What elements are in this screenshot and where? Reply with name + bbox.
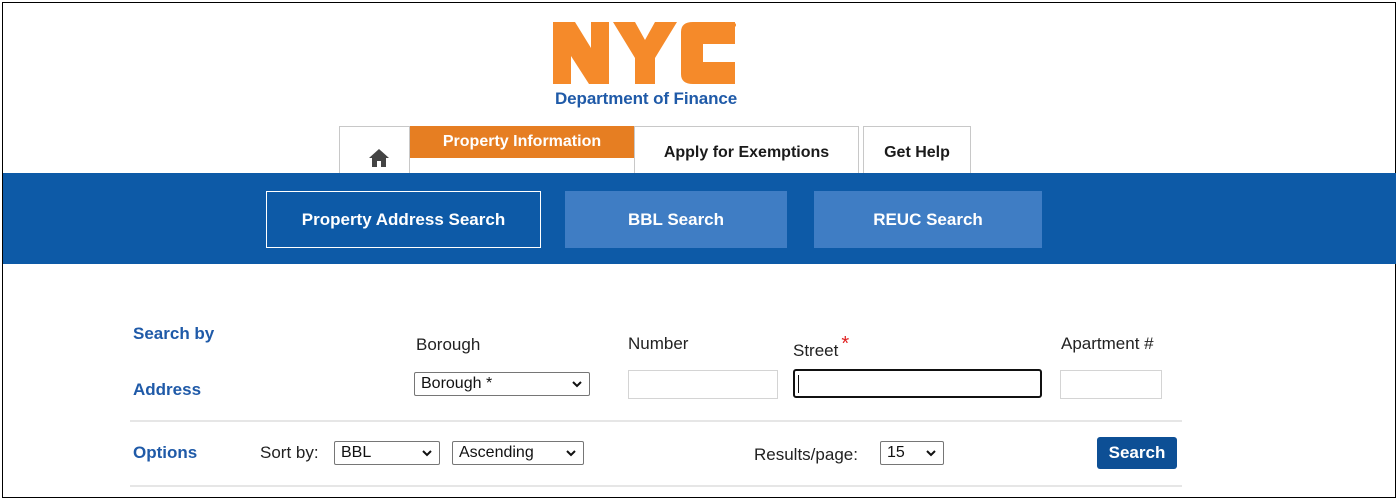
- street-input[interactable]: [793, 369, 1042, 398]
- chevron-down-icon: [422, 450, 432, 457]
- borough-select-value: Borough *: [421, 375, 493, 392]
- sort-order-select[interactable]: Ascending: [452, 441, 584, 465]
- results-per-page-select[interactable]: 15: [880, 441, 944, 465]
- apartment-input[interactable]: [1060, 370, 1162, 399]
- tab-apply-for-exemptions[interactable]: Apply for Exemptions: [634, 126, 859, 173]
- divider: [130, 420, 1182, 422]
- results-per-page-label: Results/page:: [754, 445, 858, 464]
- results-per-page-value: 15: [887, 444, 905, 461]
- apartment-label: Apartment #: [1061, 334, 1154, 353]
- required-asterisk: *: [841, 333, 850, 355]
- property-address-search-button[interactable]: Property Address Search: [266, 191, 541, 248]
- department-title: Department of Finance: [555, 89, 738, 108]
- reuc-search-button[interactable]: REUC Search: [814, 191, 1042, 248]
- tab-property-information[interactable]: Property Information: [410, 126, 634, 158]
- sort-order-value: Ascending: [459, 444, 534, 461]
- chevron-down-icon: [572, 381, 582, 388]
- chevron-down-icon: [566, 450, 576, 457]
- borough-select[interactable]: Borough *: [414, 372, 590, 396]
- tab-get-help[interactable]: Get Help: [863, 126, 971, 173]
- sort-by-label: Sort by:: [260, 443, 319, 462]
- search-by-label: Search by: [133, 324, 215, 343]
- number-input[interactable]: [628, 370, 778, 399]
- street-label: Street *: [793, 333, 850, 360]
- options-label: Options: [133, 443, 198, 462]
- bbl-search-button[interactable]: BBL Search: [565, 191, 787, 248]
- home-icon: [369, 149, 389, 167]
- text-cursor: [798, 375, 799, 393]
- search-button[interactable]: Search: [1097, 437, 1177, 469]
- number-label: Number: [628, 334, 689, 353]
- address-label: Address: [133, 380, 202, 399]
- borough-label: Borough: [416, 335, 481, 354]
- sort-field-select[interactable]: BBL: [334, 441, 440, 465]
- tab-home[interactable]: [339, 126, 410, 173]
- chevron-down-icon: [926, 450, 936, 457]
- divider: [130, 485, 1182, 487]
- search-type-nav: Property Address Search BBL Search REUC …: [3, 173, 1396, 264]
- sort-field-value: BBL: [341, 444, 372, 461]
